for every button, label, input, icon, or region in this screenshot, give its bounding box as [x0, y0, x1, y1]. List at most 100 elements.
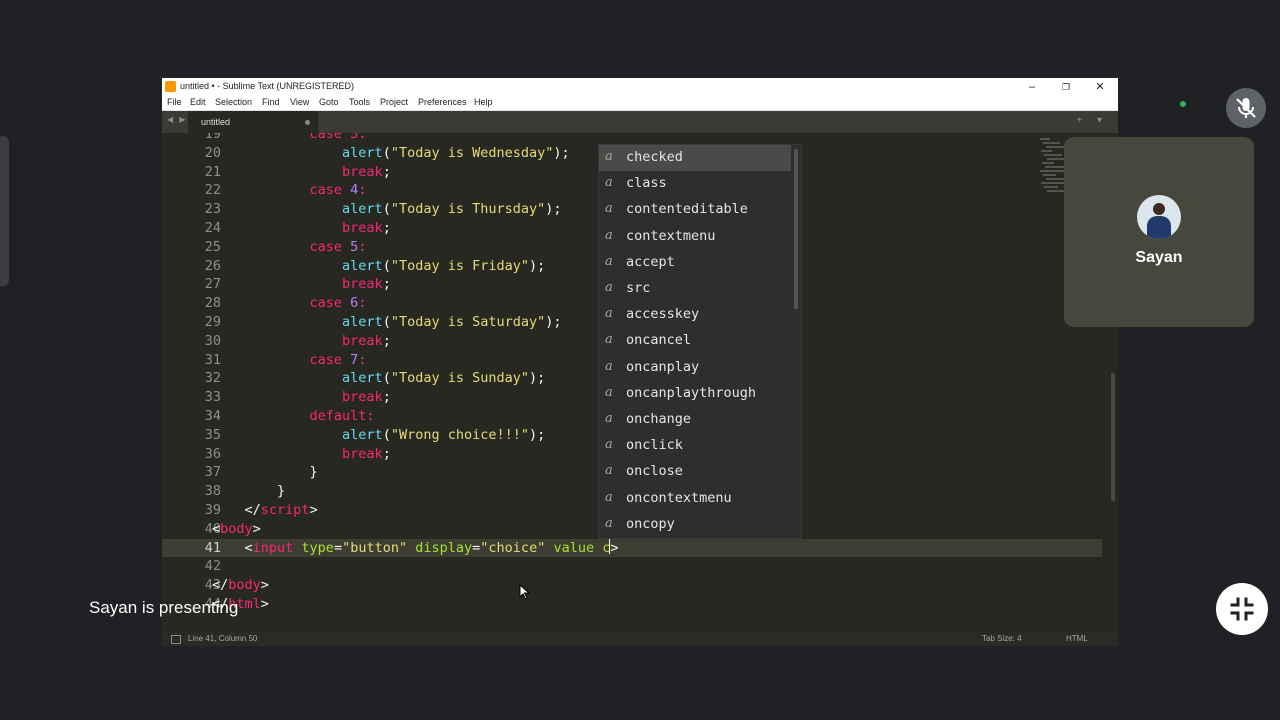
- code-text[interactable]: alert("Today is Thursday");: [212, 200, 561, 219]
- code-line[interactable]: 41 <input type="button" display="choice"…: [162, 538, 1102, 558]
- code-text[interactable]: <body>: [212, 520, 261, 539]
- code-editor[interactable]: 44 </html> 43 </body> 42 41 <input type="butt…: [162, 133, 1118, 630]
- attribute-kind-icon: a: [605, 489, 613, 505]
- autocomplete-item[interactable]: a onclick: [599, 433, 791, 459]
- menu-selection[interactable]: Selection: [215, 97, 252, 107]
- autocomplete-item[interactable]: a accept: [599, 250, 791, 276]
- participant-tile[interactable]: Sayan: [1064, 137, 1254, 327]
- menu-edit[interactable]: Edit: [190, 97, 206, 107]
- menu-goto[interactable]: Goto: [319, 97, 339, 107]
- menu-help[interactable]: Help: [474, 97, 493, 107]
- panel-toggle-icon[interactable]: [171, 635, 181, 644]
- autocomplete-item[interactable]: a class: [599, 171, 791, 197]
- attribute-kind-icon: a: [605, 175, 613, 191]
- close-button[interactable]: ✕: [1085, 79, 1115, 95]
- tab-scroll-arrows-icon[interactable]: ◀ ▶: [167, 115, 188, 124]
- code-text[interactable]: default:: [212, 407, 375, 426]
- code-text[interactable]: alert("Wrong choice!!!");: [212, 426, 545, 445]
- minimize-button[interactable]: –: [1017, 79, 1047, 95]
- autocomplete-item[interactable]: a checked: [599, 145, 791, 172]
- avatar: [1137, 195, 1181, 239]
- autocomplete-label: contenteditable: [626, 201, 748, 218]
- tab-size[interactable]: Tab Size: 4: [982, 634, 1022, 643]
- attribute-kind-icon: a: [605, 463, 613, 479]
- side-panel-handle[interactable]: [0, 136, 9, 286]
- code-text[interactable]: }: [212, 463, 318, 482]
- restore-button[interactable]: ❐: [1051, 79, 1081, 95]
- code-text[interactable]: alert("Today is Saturday");: [212, 313, 561, 332]
- autocomplete-scrollbar[interactable]: [794, 149, 798, 309]
- menu-view[interactable]: View: [290, 97, 309, 107]
- autocomplete-item[interactable]: a src: [599, 276, 791, 302]
- code-text[interactable]: case 3:: [212, 133, 367, 144]
- autocomplete-label: accept: [626, 253, 675, 270]
- code-text[interactable]: break;: [212, 388, 391, 407]
- menu-project[interactable]: Project: [380, 97, 408, 107]
- collapse-icon: [1230, 597, 1254, 621]
- cursor-position[interactable]: Line 41, Column 50: [188, 634, 257, 643]
- attribute-kind-icon: a: [605, 358, 613, 374]
- autocomplete-item[interactable]: a accesskey: [599, 302, 791, 328]
- autocomplete-label: src: [626, 280, 651, 296]
- syntax-mode[interactable]: HTML: [1066, 634, 1088, 643]
- code-text[interactable]: <input type="button" display="choice" va…: [212, 538, 619, 558]
- mouse-pointer-icon: [519, 584, 531, 600]
- participant-name: Sayan: [1135, 249, 1183, 266]
- code-text[interactable]: break;: [212, 445, 391, 464]
- autocomplete-label: oncancel: [626, 332, 692, 349]
- code-text[interactable]: }: [212, 482, 285, 501]
- autocomplete-label: oncontextmenu: [626, 489, 732, 506]
- tab-bar: ◀ ▶ untitled + ▾: [162, 111, 1118, 133]
- exit-fullscreen-button[interactable]: [1216, 583, 1268, 635]
- new-tab-controls-icon[interactable]: + ▾: [1076, 115, 1108, 126]
- menu-find[interactable]: Find: [262, 97, 280, 107]
- status-bar: Line 41, Column 50 Tab Size: 4 HTML: [162, 630, 1118, 646]
- code-text[interactable]: break;: [212, 332, 391, 351]
- autocomplete-item[interactable]: a oncontextmenu: [599, 486, 791, 512]
- muted-mic-button[interactable]: [1226, 88, 1266, 128]
- code-text[interactable]: alert("Today is Wednesday");: [212, 144, 570, 163]
- code-text[interactable]: case 6:: [212, 294, 367, 313]
- speaking-indicator: [1180, 101, 1186, 107]
- autocomplete-item[interactable]: a onclose: [599, 459, 791, 485]
- code-text[interactable]: break;: [212, 163, 391, 182]
- mic-off-icon: [1236, 98, 1256, 118]
- attribute-kind-icon: a: [605, 384, 613, 400]
- code-text[interactable]: break;: [212, 275, 391, 294]
- attribute-kind-icon: a: [605, 227, 613, 243]
- code-text[interactable]: case 4:: [212, 181, 367, 200]
- autocomplete-item[interactable]: a contextmenu: [599, 224, 791, 250]
- autocomplete-item[interactable]: a oncopy: [599, 512, 791, 538]
- tab-label: untitled: [201, 117, 231, 127]
- code-text[interactable]: alert("Today is Sunday");: [212, 369, 545, 388]
- code-line[interactable]: 19 case 3:: [162, 133, 1102, 144]
- menu-tools[interactable]: Tools: [349, 97, 370, 107]
- code-text[interactable]: case 7:: [212, 351, 367, 370]
- code-text[interactable]: alert("Today is Friday");: [212, 257, 545, 276]
- tab-untitled[interactable]: untitled: [188, 111, 318, 133]
- menu-bar: File Edit Selection Find View Goto Tools…: [162, 96, 1118, 111]
- autocomplete-item[interactable]: a oncanplay: [599, 355, 791, 381]
- autocomplete-label: onclose: [626, 463, 683, 480]
- sublime-window: untitled • - Sublime Text (UNREGISTERED)…: [162, 78, 1118, 646]
- autocomplete-item[interactable]: a oncanplaythrough: [599, 381, 791, 407]
- code-line[interactable]: 43 </body>: [162, 576, 1102, 595]
- code-text[interactable]: case 5:: [212, 238, 367, 257]
- presenting-label: Sayan is presenting: [89, 598, 239, 617]
- window-title: untitled • - Sublime Text (UNREGISTERED): [180, 81, 355, 91]
- menu-file[interactable]: File: [167, 97, 182, 107]
- unsaved-dot-icon[interactable]: [305, 120, 310, 125]
- code-line[interactable]: 42: [162, 557, 1102, 576]
- menu-preferences[interactable]: Preferences: [418, 97, 467, 107]
- code-text[interactable]: </script>: [212, 501, 318, 520]
- title-bar: untitled • - Sublime Text (UNREGISTERED)…: [162, 78, 1118, 96]
- code-text[interactable]: </body>: [212, 576, 269, 595]
- autocomplete-item[interactable]: a oncancel: [599, 328, 791, 354]
- autocomplete-item[interactable]: a contenteditable: [599, 197, 791, 223]
- editor-scrollbar[interactable]: [1111, 373, 1115, 501]
- autocomplete-label: contextmenu: [626, 227, 716, 244]
- code-line[interactable]: 44 </html>: [162, 595, 1102, 614]
- autocomplete-item[interactable]: a onchange: [599, 407, 791, 433]
- autocomplete-label: oncopy: [626, 515, 675, 532]
- code-text[interactable]: break;: [212, 219, 391, 238]
